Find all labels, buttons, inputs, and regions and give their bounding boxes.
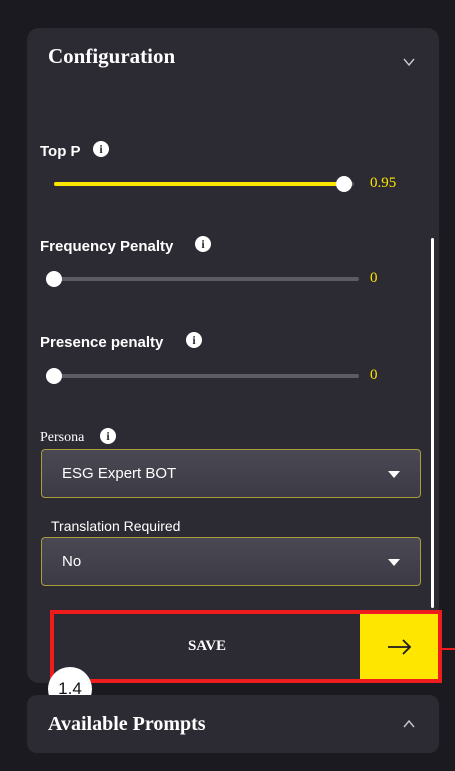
persona-select[interactable]: ESG Expert BOT xyxy=(41,449,421,498)
info-icon[interactable]: i xyxy=(186,332,202,348)
frequency-penalty-label: Frequency Penalty xyxy=(40,238,174,255)
presence-penalty-slider-thumb[interactable] xyxy=(46,368,62,384)
presence-penalty-slider[interactable] xyxy=(46,368,359,384)
info-icon[interactable]: i xyxy=(195,236,211,252)
top-p-value: 0.95 xyxy=(370,175,397,191)
frequency-penalty-value: 0 xyxy=(370,270,378,286)
caret-down-icon xyxy=(388,471,400,478)
available-prompts-title[interactable]: Available Prompts xyxy=(48,713,206,736)
frequency-penalty-slider[interactable] xyxy=(46,271,359,287)
translation-required-label: Translation Required xyxy=(51,518,181,534)
top-p-slider[interactable] xyxy=(54,176,354,192)
chevron-up-icon[interactable] xyxy=(403,718,415,730)
presence-penalty-label: Presence penalty xyxy=(40,334,164,351)
save-highlight-box: SAVE xyxy=(50,610,442,683)
chevron-down-icon[interactable] xyxy=(403,56,415,68)
caret-down-icon xyxy=(388,559,400,566)
save-button[interactable]: SAVE xyxy=(54,614,360,679)
top-p-label: Top P xyxy=(40,143,81,160)
callout-line xyxy=(442,648,455,650)
info-icon[interactable]: i xyxy=(100,428,116,444)
info-icon[interactable]: i xyxy=(93,141,109,157)
scrollbar[interactable] xyxy=(431,238,434,608)
translation-select-value: No xyxy=(62,553,82,570)
top-p-slider-fill xyxy=(54,182,344,186)
configuration-title[interactable]: Configuration xyxy=(48,44,175,69)
persona-label: Persona xyxy=(40,430,85,445)
submit-arrow-button[interactable] xyxy=(360,614,438,679)
presence-penalty-value: 0 xyxy=(370,367,378,383)
top-p-slider-thumb[interactable] xyxy=(336,176,352,192)
translation-select[interactable]: No xyxy=(41,537,421,586)
persona-select-value: ESG Expert BOT xyxy=(62,465,177,482)
frequency-penalty-slider-thumb[interactable] xyxy=(46,271,62,287)
